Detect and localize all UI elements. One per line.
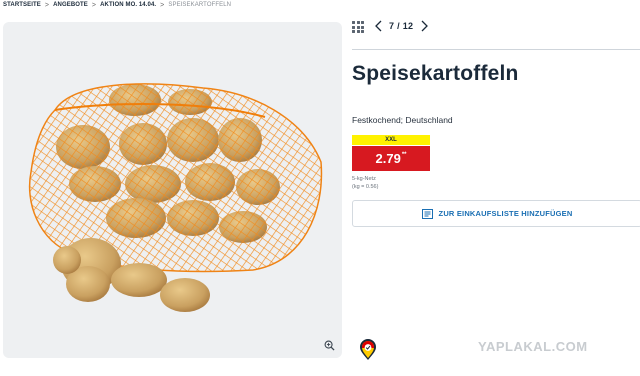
price-suffix: ** (401, 151, 407, 158)
chevron-left-icon (374, 20, 381, 32)
product-image-potatoes (28, 83, 323, 312)
next-image-button[interactable] (419, 19, 429, 33)
add-to-shopping-list-button[interactable]: ZUR EINKAUFSLISTE HINZUFÜGEN (352, 200, 640, 227)
breadcrumb: STARTSEITE > ANGEBOTE > AKTION MO. 14.04… (3, 0, 231, 10)
add-to-shopping-list-label: ZUR EINKAUFSLISTE HINZUFÜGEN (438, 209, 573, 218)
breadcrumb-current: SPEISEKARTOFFELN (168, 2, 232, 8)
divider (352, 49, 640, 50)
grid-icon[interactable] (352, 21, 364, 33)
breadcrumb-offers[interactable]: ANGEBOTE (53, 2, 88, 8)
product-image-gallery[interactable] (3, 22, 342, 358)
breadcrumb-home[interactable]: STARTSEITE (3, 2, 41, 8)
breadcrumb-separator: > (91, 1, 97, 9)
chevron-right-icon (421, 20, 428, 32)
unit-info: 5-kg-Netz (kg = 0.56) (352, 175, 378, 191)
image-counter: 7 / 12 (389, 21, 414, 31)
price-box: 2.79 ** (352, 146, 430, 171)
zoom-button[interactable] (322, 338, 336, 352)
base-price: (kg = 0.56) (352, 184, 379, 190)
previous-image-button[interactable] (373, 19, 383, 33)
package-size: 5-kg-Netz (352, 176, 376, 182)
germany-origin-icon (360, 339, 376, 360)
xxl-badge: XXL (352, 135, 430, 145)
product-subtitle: Festkochend; Deutschland (352, 115, 453, 125)
breadcrumb-separator: > (160, 1, 165, 9)
breadcrumb-separator: > (44, 1, 50, 9)
shopping-list-icon (421, 208, 433, 219)
price-value: 2.79 (375, 151, 401, 166)
watermark: YAPLAKAL.COM (478, 339, 588, 354)
product-title: Speisekartoffeln (352, 62, 519, 85)
magnifier-plus-icon (324, 340, 335, 351)
image-pager: 7 / 12 (373, 17, 429, 35)
breadcrumb-campaign[interactable]: AKTION MO. 14.04. (100, 2, 156, 8)
